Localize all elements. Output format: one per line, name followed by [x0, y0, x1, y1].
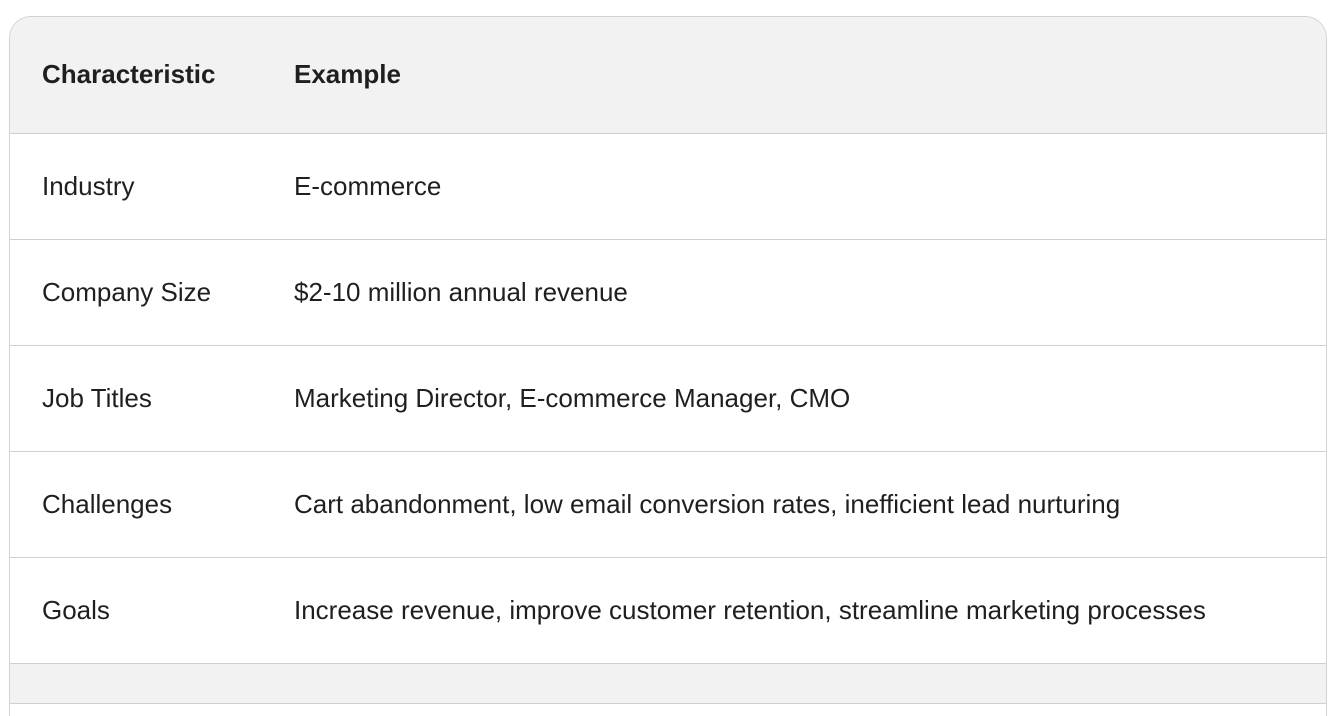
cell-example: Increase revenue, improve customer reten… — [262, 557, 1326, 664]
footer-cell — [10, 663, 262, 704]
cell-example: E-commerce — [262, 133, 1326, 240]
cell-characteristic: Challenges — [10, 451, 262, 558]
cell-characteristic: Goals — [10, 557, 262, 664]
cell-example: Marketing Director, E-commerce Manager, … — [262, 345, 1326, 452]
table-body: Industry E-commerce Company Size $2-10 m… — [10, 133, 1326, 704]
cell-characteristic: Company Size — [10, 239, 262, 346]
table-row: Challenges Cart abandonment, low email c… — [10, 451, 1326, 558]
footer-cell — [262, 663, 1326, 704]
table-row: Goals Increase revenue, improve customer… — [10, 557, 1326, 664]
cell-characteristic: Industry — [10, 133, 262, 240]
table-header: Characteristic Example — [10, 17, 1326, 134]
table-header-row: Characteristic Example — [10, 17, 1326, 134]
characteristics-table: Characteristic Example Industry E-commer… — [10, 17, 1326, 704]
table-row: Company Size $2-10 million annual revenu… — [10, 239, 1326, 346]
table-footer-strip — [10, 663, 1326, 704]
column-header-characteristic: Characteristic — [10, 17, 262, 134]
table-row: Industry E-commerce — [10, 133, 1326, 240]
table-row: Job Titles Marketing Director, E-commerc… — [10, 345, 1326, 452]
cell-example: $2-10 million annual revenue — [262, 239, 1326, 346]
cell-characteristic: Job Titles — [10, 345, 262, 452]
cell-example: Cart abandonment, low email conversion r… — [262, 451, 1326, 558]
data-table-container: Characteristic Example Industry E-commer… — [9, 16, 1327, 716]
column-header-example: Example — [262, 17, 1326, 134]
